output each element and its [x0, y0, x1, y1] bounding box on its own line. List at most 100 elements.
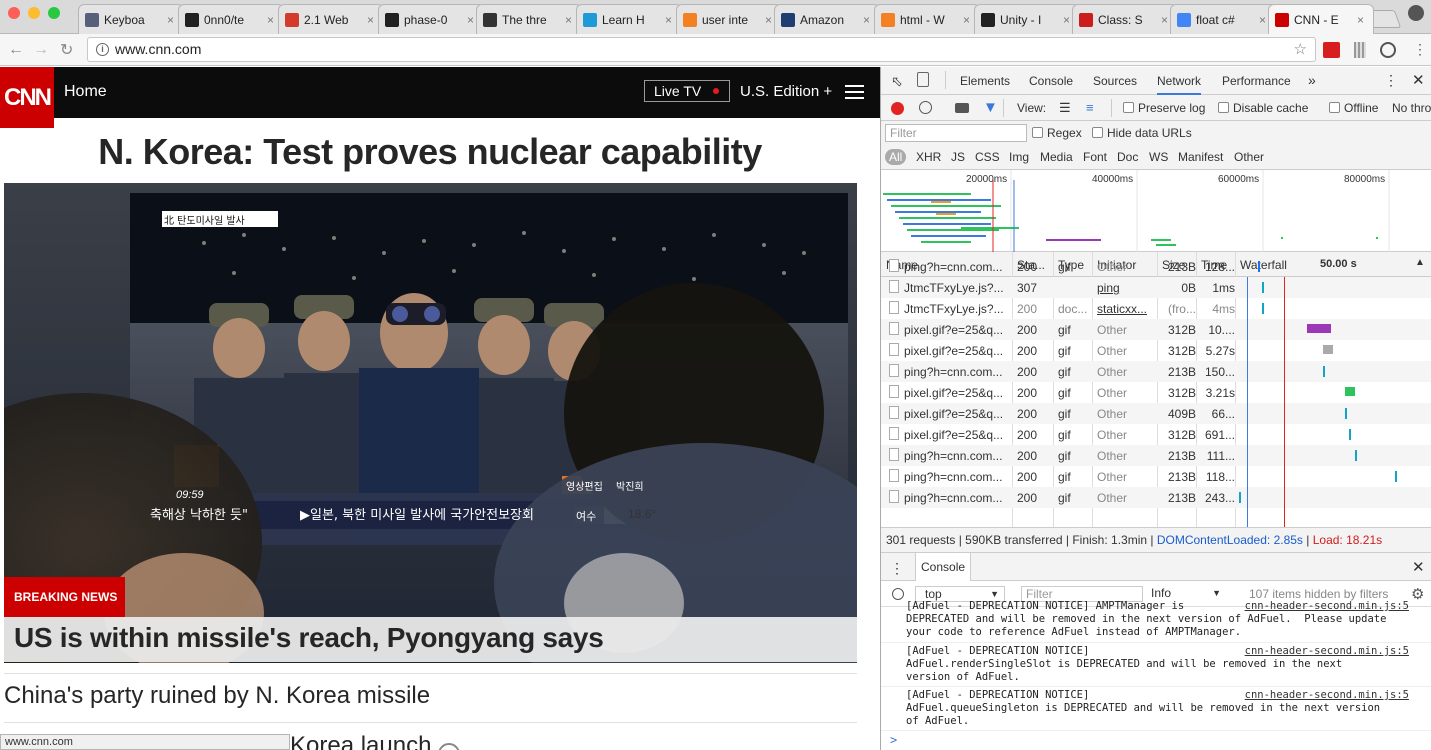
- browser-tab[interactable]: The thre ×: [476, 4, 582, 34]
- network-filter-input[interactable]: Filter: [885, 124, 1027, 142]
- close-tab-icon[interactable]: ×: [167, 13, 177, 27]
- type-filter-ws[interactable]: WS: [1149, 150, 1168, 164]
- story-link[interactable]: China's party ruined by N. Korea missile: [4, 682, 430, 710]
- inspect-element-icon[interactable]: ⬁: [891, 73, 903, 90]
- console-message-source[interactable]: cnn-header-second.min.js:5: [1245, 645, 1409, 658]
- table-row[interactable]: ping?h=cnn.com... 200 gif Other 213B 150...: [881, 361, 1431, 382]
- devtools-menu-icon[interactable]: ⋮: [1384, 72, 1398, 89]
- browser-tab[interactable]: 2.1 Web ×: [278, 4, 384, 34]
- back-arrow-icon[interactable]: ←: [8, 41, 24, 59]
- large-rows-icon[interactable]: ☰: [1059, 100, 1071, 116]
- home-link[interactable]: Home: [64, 83, 107, 101]
- offline-checkbox[interactable]: Offline: [1329, 101, 1378, 115]
- hero-image[interactable]: 北 탄도미사일 발사 09:59 축해상 낙하한 듯" ▶일본, 북한 미사일 …: [4, 183, 857, 663]
- type-filter-img[interactable]: Img: [1009, 150, 1029, 164]
- cell-initiator[interactable]: staticxx...: [1097, 302, 1155, 316]
- table-row[interactable]: JtmcTFxyLye.js?... 200 doc... staticxx... (f…: [881, 298, 1431, 319]
- browser-tab[interactable]: html - W ×: [874, 4, 980, 34]
- table-row[interactable]: JtmcTFxyLye.js?... 307 ping 0B 1ms: [881, 277, 1431, 298]
- browser-tab[interactable]: Keyboa ×: [78, 4, 184, 34]
- table-row[interactable]: pixel.gif?e=25&q... 200 gif Other 312B 10....: [881, 319, 1431, 340]
- table-row[interactable]: pixel.gif?e=25&q... 200 gif Other 312B 3.21s: [881, 382, 1431, 403]
- clear-console-icon[interactable]: [892, 588, 904, 600]
- table-row[interactable]: pixel.gif?e=25&q... 200 gif Other 312B 691...: [881, 424, 1431, 445]
- table-row[interactable]: ping?h=cnn.com... 200 gif Other 213B 128...: [881, 256, 1431, 277]
- hero-caption[interactable]: US is within missile's reach, Pyongyang …: [14, 622, 604, 654]
- live-tv-button[interactable]: Live TV: [644, 80, 730, 102]
- close-drawer-icon[interactable]: ✕: [1412, 558, 1425, 576]
- browser-tab[interactable]: 0nn0/te ×: [178, 4, 284, 34]
- type-filter-font[interactable]: Font: [1083, 150, 1107, 164]
- drawer-tab-console[interactable]: Console: [915, 553, 972, 581]
- console-message-source[interactable]: cnn-header-second.min.js:5: [1245, 600, 1409, 613]
- hamburger-menu-icon[interactable]: [845, 85, 864, 99]
- tab-network[interactable]: Network: [1157, 74, 1202, 95]
- minimize-window-button[interactable]: [28, 7, 40, 19]
- record-icon[interactable]: [891, 102, 904, 115]
- type-filter-xhr[interactable]: XHR: [916, 150, 941, 164]
- table-row[interactable]: ping?h=cnn.com... 200 gif Other 213B 243...: [881, 487, 1431, 508]
- close-devtools-icon[interactable]: ✕: [1412, 71, 1425, 89]
- type-filter-css[interactable]: CSS: [975, 150, 1000, 164]
- table-row[interactable]: ping?h=cnn.com... 200 gif Other 213B 111...: [881, 445, 1431, 466]
- browser-tab[interactable]: CNN - E ×: [1268, 4, 1374, 34]
- type-filter-doc[interactable]: Doc: [1117, 150, 1138, 164]
- close-tab-icon[interactable]: ×: [367, 13, 377, 27]
- waterfall-overview-icon[interactable]: ≡: [1086, 100, 1094, 115]
- reload-icon[interactable]: ↻: [60, 40, 73, 60]
- menu-dots-icon[interactable]: ⋮: [1413, 42, 1427, 58]
- screenshot-camera-icon[interactable]: [955, 103, 969, 113]
- table-row[interactable]: pixel.gif?e=25&q... 200 gif Other 312B 5.27s: [881, 340, 1431, 361]
- info-icon[interactable]: i: [96, 43, 109, 56]
- type-filter-manifest[interactable]: Manifest: [1178, 150, 1223, 164]
- zoom-window-button[interactable]: [48, 7, 60, 19]
- table-row[interactable]: ping?h=cnn.com... 200 gif Other 213B 118...: [881, 466, 1431, 487]
- close-tab-icon[interactable]: ×: [665, 13, 675, 27]
- extension-icon[interactable]: [1354, 42, 1366, 58]
- close-tab-icon[interactable]: ×: [565, 13, 575, 27]
- edition-selector[interactable]: U.S. Edition +: [740, 83, 832, 100]
- tab-performance[interactable]: Performance: [1222, 74, 1291, 88]
- browser-tab[interactable]: Unity - I ×: [974, 4, 1080, 34]
- cnn-logo[interactable]: CNN: [0, 67, 54, 128]
- close-tab-icon[interactable]: ×: [863, 13, 873, 27]
- tab-sources[interactable]: Sources: [1093, 74, 1137, 88]
- headline[interactable]: N. Korea: Test proves nuclear capability: [0, 131, 860, 173]
- drawer-menu-icon[interactable]: ⋮: [890, 560, 904, 577]
- console-message-source[interactable]: cnn-header-second.min.js:5: [1245, 689, 1409, 702]
- regex-checkbox[interactable]: Regex: [1032, 126, 1082, 140]
- close-tab-icon[interactable]: ×: [963, 13, 973, 27]
- tab-elements[interactable]: Elements: [960, 74, 1010, 88]
- profile-icon[interactable]: [1408, 5, 1424, 21]
- tab-console[interactable]: Console: [1029, 74, 1073, 88]
- browser-tab[interactable]: float c# ×: [1170, 4, 1276, 34]
- type-filter-all[interactable]: All: [885, 149, 907, 165]
- browser-tab[interactable]: Learn H ×: [576, 4, 682, 34]
- type-filter-js[interactable]: JS: [951, 150, 965, 164]
- throttling-select[interactable]: No thro: [1392, 101, 1431, 115]
- browser-tab[interactable]: phase-0 ×: [378, 4, 484, 34]
- browser-tab[interactable]: Class: S ×: [1072, 4, 1178, 34]
- forward-arrow-icon[interactable]: →: [33, 41, 49, 59]
- filter-funnel-icon[interactable]: ▼: [983, 99, 998, 116]
- close-tab-icon[interactable]: ×: [267, 13, 277, 27]
- more-tabs-chevron-icon[interactable]: »: [1308, 72, 1316, 88]
- bookmark-star-icon[interactable]: ☆: [1294, 38, 1307, 61]
- hide-data-urls-checkbox[interactable]: Hide data URLs: [1092, 126, 1192, 140]
- clear-icon[interactable]: [919, 101, 932, 114]
- extension-icon[interactable]: [1323, 42, 1340, 58]
- console-prompt[interactable]: >: [890, 733, 897, 747]
- close-window-button[interactable]: [8, 7, 20, 19]
- preserve-log-checkbox[interactable]: Preserve log: [1123, 101, 1205, 115]
- close-tab-icon[interactable]: ×: [1357, 13, 1367, 27]
- extension-icon[interactable]: [1380, 42, 1396, 58]
- type-filter-media[interactable]: Media: [1040, 150, 1073, 164]
- address-bar[interactable]: i www.cnn.com ☆: [87, 37, 1316, 62]
- cell-initiator[interactable]: ping: [1097, 281, 1155, 295]
- table-row[interactable]: pixel.gif?e=25&q... 200 gif Other 409B 66...: [881, 403, 1431, 424]
- type-filter-other[interactable]: Other: [1234, 150, 1264, 164]
- device-toolbar-icon[interactable]: [917, 72, 929, 87]
- console-output[interactable]: [AdFuel - DEPRECATION NOTICE] AMPTManage…: [881, 600, 1431, 750]
- story-link[interactable]: Korea launch ▶: [290, 732, 461, 750]
- network-overview[interactable]: 20000ms 40000ms 60000ms 80000ms: [881, 170, 1431, 252]
